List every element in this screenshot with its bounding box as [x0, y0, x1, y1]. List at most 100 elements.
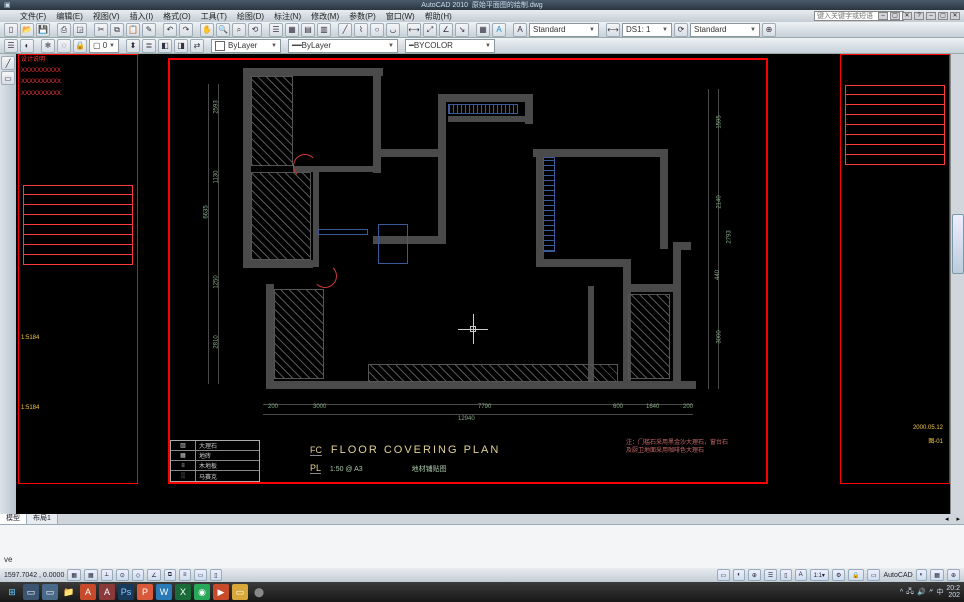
command-line[interactable]: ve	[0, 524, 964, 568]
tray-net-icon[interactable]: 🖧	[906, 587, 914, 598]
save-icon[interactable]: 💾	[36, 23, 50, 37]
zoom-prev-icon[interactable]: ⟲	[248, 23, 262, 37]
qp-button[interactable]: ▭	[194, 569, 208, 581]
status-scale[interactable]: 1:1▾	[810, 569, 829, 581]
txt-style-icon[interactable]: A	[513, 23, 527, 37]
new-icon[interactable]: ▯	[4, 23, 18, 37]
menu-tools[interactable]: 工具(T)	[201, 11, 227, 22]
status-anno[interactable]: A	[795, 569, 807, 581]
status-misc[interactable]: ▭	[717, 569, 731, 581]
copy-icon[interactable]: ⧉	[110, 23, 124, 37]
task-excel[interactable]: X	[175, 584, 191, 600]
close-icon[interactable]: ✕	[902, 12, 912, 20]
menu-draw[interactable]: 绘图(D)	[237, 11, 264, 22]
task-video[interactable]: ▶	[213, 584, 229, 600]
table-icon[interactable]: ▦	[476, 23, 490, 37]
make-current-icon[interactable]: ⬍	[126, 39, 140, 53]
task-word[interactable]: W	[156, 584, 172, 600]
drawing-area[interactable]: ╱ ▭ 设计说明 XXXXXXXXXX XXXXXXXXXX XXXXXXXXX…	[0, 54, 964, 514]
help-icon[interactable]: ?	[914, 12, 924, 20]
menu-window[interactable]: 窗口(W)	[386, 11, 415, 22]
linetype-combo[interactable]: ━━ ByLayer▼	[288, 39, 398, 53]
cut-icon[interactable]: ✂	[94, 23, 108, 37]
status-tray1[interactable]: ◐	[916, 569, 928, 581]
vrect-icon[interactable]: ▭	[1, 71, 15, 85]
grid-button[interactable]: ▦	[84, 569, 98, 581]
model-button[interactable]: ▯	[210, 569, 221, 581]
start-icon[interactable]: ⊞	[4, 584, 20, 600]
layer-match-icon[interactable]: ⇄	[190, 39, 204, 53]
task-app-12[interactable]: ▭	[232, 584, 248, 600]
doc-close-icon[interactable]: ✕	[950, 12, 960, 20]
color-combo[interactable]: ByLayer▼	[211, 39, 281, 53]
tab-layout1[interactable]: 布局1	[27, 514, 58, 524]
text-style-combo[interactable]: Standard▼	[529, 23, 599, 37]
sheet-icon[interactable]: ▥	[317, 23, 331, 37]
status-tray2[interactable]: ▦	[930, 569, 944, 581]
status-misc3[interactable]: ⊕	[748, 569, 761, 581]
leader-icon[interactable]: ↘	[455, 23, 469, 37]
menu-modify[interactable]: 修改(M)	[311, 11, 339, 22]
task-app-2[interactable]: ▭	[42, 584, 58, 600]
dcenter-icon[interactable]: ▦	[285, 23, 299, 37]
redo-icon[interactable]: ↷	[179, 23, 193, 37]
sys-menu-icon[interactable]: ▣	[4, 1, 11, 9]
menu-view[interactable]: 视图(V)	[93, 11, 120, 22]
paste-icon[interactable]: 📋	[126, 23, 140, 37]
layer-lock-icon[interactable]: 🔒	[73, 39, 87, 53]
menu-insert[interactable]: 插入(I)	[130, 11, 154, 22]
tray-up-icon[interactable]: ^	[900, 589, 903, 596]
dim-lin-icon[interactable]: ⟷	[407, 23, 421, 37]
circle-icon[interactable]: ○	[370, 23, 384, 37]
tab-model[interactable]: 模型	[0, 514, 27, 524]
task-explorer[interactable]: 📁	[61, 584, 77, 600]
arc-icon[interactable]: ◡	[386, 23, 400, 37]
status-ws[interactable]: ⚙	[832, 569, 845, 581]
task-ppt[interactable]: P	[137, 584, 153, 600]
tray-batt-icon[interactable]: 🗲	[929, 588, 934, 596]
status-misc5[interactable]: ▯	[780, 569, 791, 581]
status-misc2[interactable]: ◐	[733, 569, 745, 581]
undo-icon[interactable]: ↶	[163, 23, 177, 37]
menu-file[interactable]: 文件(F)	[20, 11, 46, 22]
menu-format[interactable]: 格式(O)	[163, 11, 191, 22]
menu-help[interactable]: 帮助(H)	[425, 11, 452, 22]
tray-ime-icon[interactable]: 中	[936, 587, 943, 597]
pan-icon[interactable]: ✋	[200, 23, 214, 37]
status-clean[interactable]: ▭	[867, 569, 881, 581]
menu-parametric[interactable]: 参数(P)	[349, 11, 376, 22]
layer-walk-icon[interactable]: ◨	[174, 39, 188, 53]
polar-button[interactable]: ⊙	[116, 569, 129, 581]
status-misc4[interactable]: ☰	[764, 569, 777, 581]
dim-misc-icon[interactable]: ⊕	[762, 23, 776, 37]
dim-style-combo[interactable]: Standard▼	[690, 23, 760, 37]
snap-button[interactable]: ▦	[67, 569, 81, 581]
preview-icon[interactable]: ◲	[73, 23, 87, 37]
layer-manager-icon[interactable]: ☰	[4, 39, 18, 53]
line-icon[interactable]: ╱	[338, 23, 352, 37]
tray-vol-icon[interactable]: 🔊	[917, 588, 926, 596]
dim-style-icon[interactable]: ⟷	[606, 23, 620, 37]
status-lock[interactable]: 🔒	[848, 569, 863, 581]
props-icon[interactable]: ☰	[269, 23, 283, 37]
max-icon[interactable]: ▢	[890, 12, 900, 20]
dim-ali-icon[interactable]: ⤢	[423, 23, 437, 37]
layer-iso-icon[interactable]: ◧	[158, 39, 172, 53]
dyn-button[interactable]: ⧉	[164, 569, 176, 581]
scroll-thumb[interactable]	[952, 214, 964, 274]
task-wechat[interactable]: ◉	[194, 584, 210, 600]
ortho-button[interactable]: ⟂	[101, 569, 113, 581]
dim-update-icon[interactable]: ⟳	[674, 23, 688, 37]
task-autocad2[interactable]: A	[99, 584, 115, 600]
doc-max-icon[interactable]: ▢	[938, 12, 948, 20]
tray-clock[interactable]: 20:2202	[946, 585, 960, 599]
dim-scale-combo[interactable]: DS1: 1▼	[622, 23, 672, 37]
print-icon[interactable]: ⎙	[57, 23, 71, 37]
task-app-1[interactable]: ▭	[23, 584, 39, 600]
vline-icon[interactable]: ╱	[1, 56, 15, 70]
pline-icon[interactable]: ⌇	[354, 23, 368, 37]
otrack-button[interactable]: ∠	[147, 569, 160, 581]
tpalette-icon[interactable]: ▤	[301, 23, 315, 37]
menu-dimension[interactable]: 标注(N)	[274, 11, 301, 22]
layer-freeze-icon[interactable]: ❄	[41, 39, 55, 53]
